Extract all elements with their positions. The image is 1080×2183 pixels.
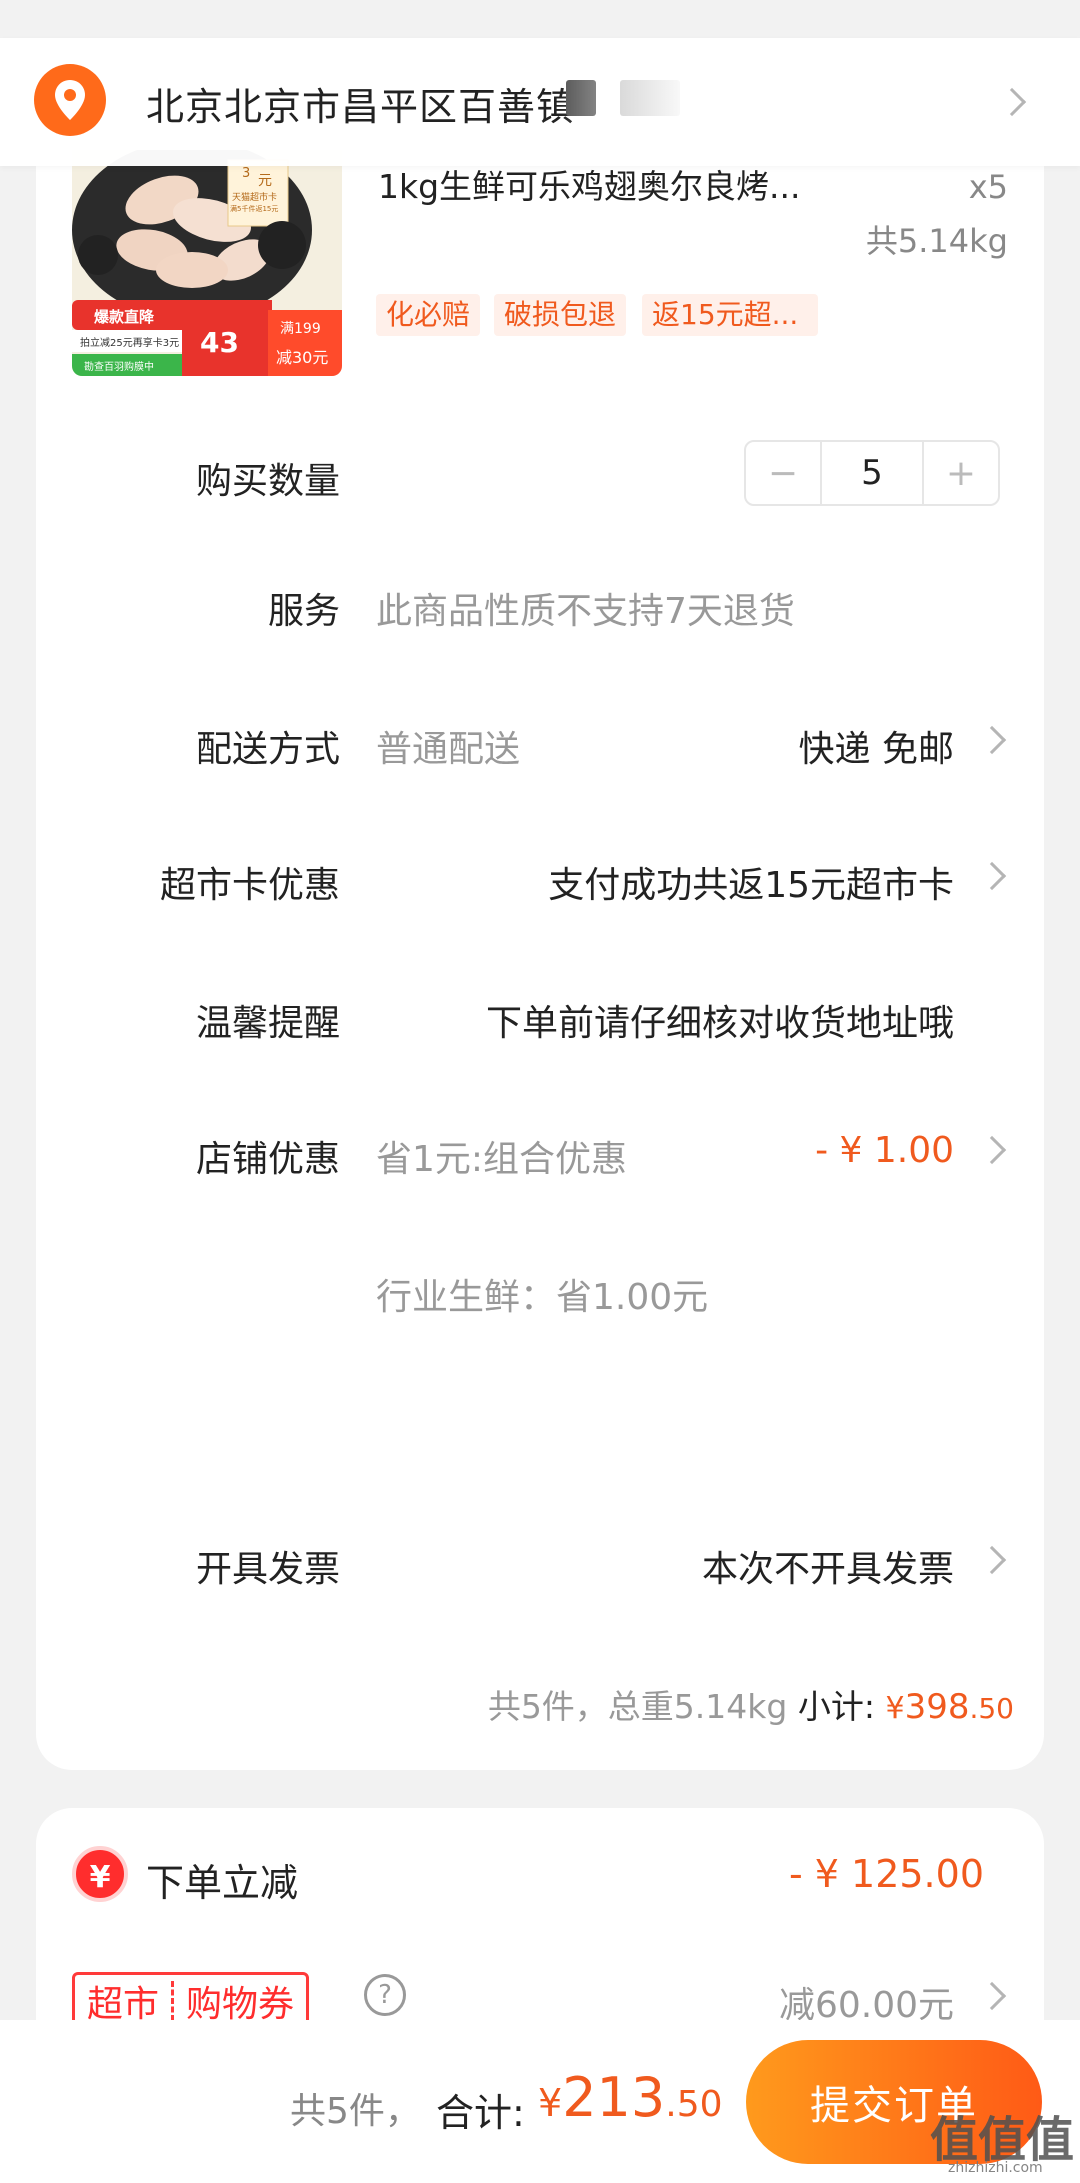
store-discount-label: 店铺优惠 <box>195 1139 340 1180</box>
product-title[interactable]: 1kg生鲜可乐鸡翅奥尔良烤... <box>378 160 801 208</box>
help-icon[interactable]: ? <box>364 1974 406 2016</box>
instant-discount-label: 下单立减 <box>146 1861 299 1905</box>
store-discount-value[interactable]: - ¥ 1.00 <box>815 1130 954 1171</box>
badge-line2: 满5千件返15元 <box>230 205 279 213</box>
subtotal-int: 398 <box>904 1687 970 1727</box>
address-fade <box>560 40 960 160</box>
big-price-label: 43 <box>200 326 239 359</box>
footer-total: ¥213.50 <box>538 2066 723 2129</box>
badge-line1: 天猫超市卡 <box>232 193 278 203</box>
product-weight: 共5.14kg <box>865 222 1008 260</box>
location-pin-icon <box>34 64 106 136</box>
invoice-label: 开具发票 <box>195 1549 340 1590</box>
watermark-site: zhizhizhi.com <box>948 2160 1043 2176</box>
full-reduce1: 满199 <box>280 321 321 337</box>
quantity-stepper[interactable]: − 5 + <box>744 440 1000 506</box>
instant-discount-icon: ¥ <box>72 1846 128 1902</box>
product-quantity: x5 <box>968 168 1008 206</box>
subtotal-dec: .50 <box>969 1692 1014 1725</box>
quantity-value[interactable]: 5 <box>820 442 924 504</box>
footer-total-int: 213 <box>562 2066 666 2129</box>
promo3-label: 勘查百羽购膜中 <box>84 362 154 373</box>
purchase-qty-label: 购买数量 <box>195 461 340 502</box>
delivery-label: 配送方式 <box>195 729 340 770</box>
card-label: 超市卡优惠 <box>159 865 340 906</box>
card-value[interactable]: 支付成功共返15元超市卡 <box>548 856 954 908</box>
footer-total-dec: .50 <box>665 2084 723 2125</box>
plus-button[interactable]: + <box>924 442 998 504</box>
promo2-label: 拍立减25元再享卡3元 <box>80 338 180 349</box>
delivery-type: 普通配送 <box>376 729 521 770</box>
badge-price-label: 3 <box>242 166 251 181</box>
industry-discount-desc: 行业生鲜：省1.00元 <box>376 1277 709 1318</box>
tag-card-rebate: 返15元超... <box>642 294 818 336</box>
invoice-value[interactable]: 本次不开具发票 <box>702 1540 954 1592</box>
reminder-value: 下单前请仔细核对收货地址哦 <box>485 1003 954 1044</box>
service-label: 服务 <box>267 591 340 632</box>
footer-count: 共5件， <box>290 2091 421 2132</box>
tag-damage-return: 破损包退 <box>494 294 627 336</box>
footer-currency: ¥ <box>538 2081 563 2125</box>
address-text[interactable]: 北京北京市昌平区百善镇 <box>146 76 575 131</box>
product-image[interactable]: 3 元 天猫超市卡 满5千件返15元 爆款直降 拍立减25元再享卡3元 勘查百羽… <box>72 150 342 376</box>
badge-unit-label: 元 <box>258 173 272 189</box>
subtotal-line: 共5件，总重5.14kg 小计: ¥398.50 <box>488 1680 1014 1728</box>
store-discount-desc: 省1元:组合优惠 <box>376 1139 628 1180</box>
service-value: 此商品性质不支持7天退货 <box>376 591 795 632</box>
instant-discount-value: - ¥ 125.00 <box>788 1852 984 1896</box>
reminder-label: 温馨提醒 <box>195 1003 340 1044</box>
promo-label: 爆款直降 <box>94 308 155 326</box>
tag-guarantee: 化必赔 <box>376 294 481 336</box>
minus-button[interactable]: − <box>746 442 820 504</box>
footer-total-label: 合计: <box>436 2091 525 2135</box>
delivery-value[interactable]: 快递 免邮 <box>799 720 954 772</box>
subtotal-summary: 共5件，总重5.14kg <box>487 1687 788 1726</box>
subtotal-label: 小计: <box>797 1687 875 1726</box>
subtotal-currency: ¥ <box>885 1691 905 1726</box>
full-reduce2: 减30元 <box>276 348 329 367</box>
